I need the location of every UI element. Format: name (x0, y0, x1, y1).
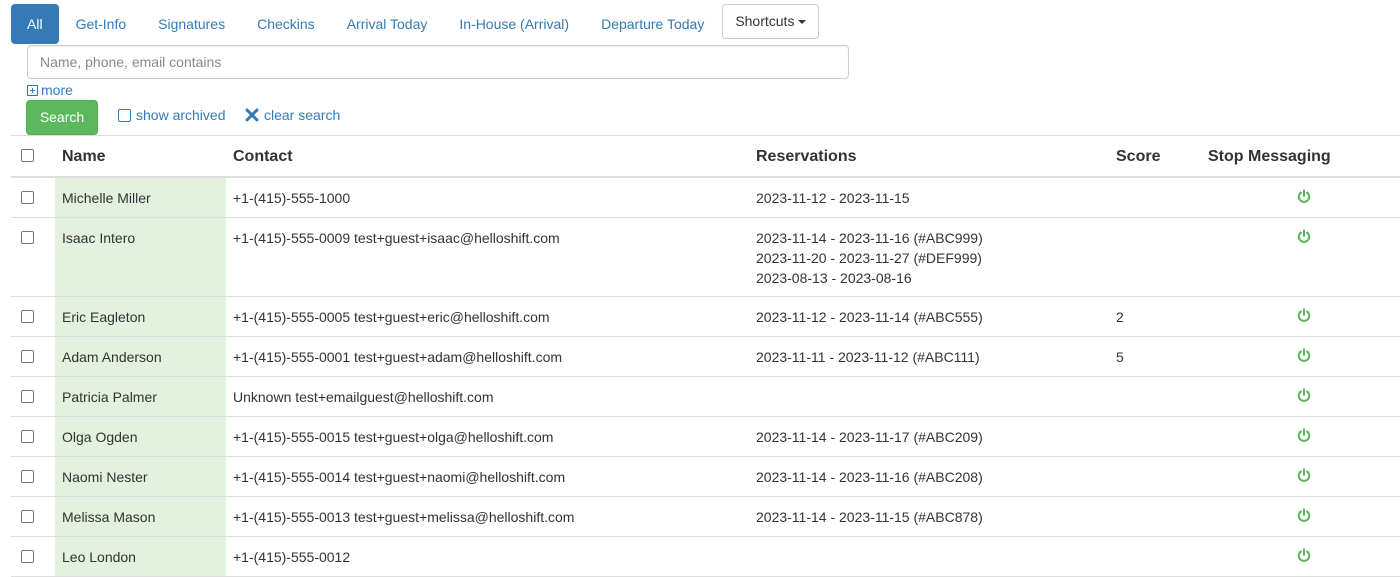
guest-name-link[interactable]: Olga Ogden (62, 427, 138, 447)
caret-down-icon (798, 20, 807, 25)
header-stop-messaging: Stop Messaging (1208, 148, 1331, 165)
search-input[interactable] (27, 45, 849, 79)
guest-name-link[interactable]: Michelle Miller (62, 188, 151, 208)
show-archived-toggle[interactable]: show archived (118, 107, 226, 123)
x-icon (245, 108, 259, 122)
guest-name-link[interactable]: Eric Eagleton (62, 307, 145, 327)
more-label: more (41, 82, 73, 98)
table-row: Melissa Mason +1-(415)-555-0013 test+gue… (11, 497, 1400, 537)
header-reservations: Reservations (756, 148, 857, 165)
reservation-line: 2023-11-12 - 2023-11-15 (756, 190, 910, 206)
tab-checkins[interactable]: Checkins (241, 4, 331, 44)
power-icon[interactable] (1297, 428, 1311, 443)
power-icon[interactable] (1297, 348, 1311, 363)
shortcuts-label: Shortcuts (735, 13, 795, 29)
shortcuts-dropdown[interactable]: Shortcuts (722, 4, 820, 39)
reservation-line: 2023-11-14 - 2023-11-17 (#ABC209) (756, 429, 983, 445)
contact-cell: +1-(415)-555-0001 test+guest+adam@hellos… (233, 349, 563, 365)
tab-arrival-today[interactable]: Arrival Today (331, 4, 444, 44)
reservation-line: 2023-11-14 - 2023-11-16 (#ABC208) (756, 469, 983, 485)
guest-name-link[interactable]: Adam Anderson (62, 347, 162, 367)
power-icon[interactable] (1297, 468, 1311, 483)
tab-in-house-arrival[interactable]: In-House (Arrival) (443, 4, 585, 44)
row-checkbox[interactable] (21, 350, 34, 363)
power-icon[interactable] (1297, 189, 1311, 204)
contact-cell: +1-(415)-555-0009 test+guest+isaac@hello… (233, 230, 560, 246)
reservation-line: 2023-11-11 - 2023-11-12 (#ABC111) (756, 349, 980, 365)
clear-search-link[interactable]: clear search (245, 107, 340, 123)
row-checkbox[interactable] (21, 510, 34, 523)
guest-name-link[interactable]: Isaac Intero (62, 228, 135, 248)
contact-cell: +1-(415)-555-0005 test+guest+eric@hellos… (233, 309, 550, 325)
table-row: Patricia Palmer Unknown test+emailguest@… (11, 377, 1400, 417)
tab-all[interactable]: All (11, 4, 59, 44)
table-header: Name Contact Reservations Score Stop Mes… (11, 136, 1400, 178)
power-icon[interactable] (1297, 308, 1311, 323)
reservation-line: 2023-11-14 - 2023-11-15 (#ABC878) (756, 509, 983, 525)
table-row: Leo London +1-(415)-555-0012 (11, 537, 1400, 577)
power-icon[interactable] (1297, 508, 1311, 523)
plus-square-icon (27, 84, 38, 96)
table-row: Olga Ogden +1-(415)-555-0015 test+guest+… (11, 417, 1400, 457)
header-contact: Contact (233, 148, 293, 165)
tab-get-info[interactable]: Get-Info (60, 4, 143, 44)
filter-tabs: All Get-Info Signatures Checkins Arrival… (11, 4, 820, 44)
contact-cell: +1-(415)-555-0015 test+guest+olga@hellos… (233, 429, 554, 445)
guest-name-link[interactable]: Naomi Nester (62, 467, 148, 487)
row-checkbox[interactable] (21, 390, 34, 403)
table-row: Michelle Miller +1-(415)-555-1000 2023-1… (11, 178, 1400, 218)
reservation-line: 2023-11-14 - 2023-11-16 (#ABC999) (756, 230, 983, 246)
row-checkbox[interactable] (21, 470, 34, 483)
more-filters-link[interactable]: more (27, 82, 73, 98)
contact-cell: +1-(415)-555-0012 (233, 549, 351, 565)
score-cell: 5 (1116, 349, 1124, 365)
table-row: Adam Anderson +1-(415)-555-0001 test+gue… (11, 337, 1400, 377)
reservation-line: 2023-08-13 - 2023-08-16 (756, 270, 912, 286)
power-icon[interactable] (1297, 388, 1311, 403)
row-checkbox[interactable] (21, 191, 34, 204)
guest-name-link[interactable]: Patricia Palmer (62, 387, 157, 407)
guest-name-link[interactable]: Leo London (62, 547, 136, 567)
table-row: Eric Eagleton +1-(415)-555-0005 test+gue… (11, 297, 1400, 337)
select-all-checkbox[interactable] (21, 149, 34, 162)
row-checkbox[interactable] (21, 231, 34, 244)
contact-cell: +1-(415)-555-0013 test+guest+melissa@hel… (233, 509, 575, 525)
row-checkbox[interactable] (21, 550, 34, 563)
tab-departure-today[interactable]: Departure Today (585, 4, 720, 44)
row-checkbox[interactable] (21, 310, 34, 323)
header-name: Name (62, 148, 106, 165)
contact-cell: +1-(415)-555-0014 test+guest+naomi@hello… (233, 469, 566, 485)
table-row: Naomi Nester +1-(415)-555-0014 test+gues… (11, 457, 1400, 497)
tab-signatures[interactable]: Signatures (142, 4, 241, 44)
reservation-line: 2023-11-20 - 2023-11-27 (#DEF999) (756, 250, 982, 266)
clear-search-label: clear search (264, 107, 341, 123)
search-button[interactable]: Search (26, 100, 98, 135)
row-checkbox[interactable] (21, 430, 34, 443)
table-row: Isaac Intero +1-(415)-555-0009 test+gues… (11, 218, 1400, 297)
power-icon[interactable] (1297, 229, 1311, 244)
guests-table: Name Contact Reservations Score Stop Mes… (11, 135, 1400, 577)
reservation-line: 2023-11-12 - 2023-11-14 (#ABC555) (756, 309, 983, 325)
score-cell: 2 (1116, 309, 1124, 325)
header-score: Score (1116, 148, 1161, 165)
show-archived-label: show archived (136, 107, 226, 123)
show-archived-checkbox[interactable] (118, 108, 131, 122)
guest-name-link[interactable]: Melissa Mason (62, 507, 155, 527)
contact-cell: Unknown test+emailguest@helloshift.com (233, 389, 494, 405)
contact-cell: +1-(415)-555-1000 (233, 190, 351, 206)
power-icon[interactable] (1297, 548, 1311, 563)
